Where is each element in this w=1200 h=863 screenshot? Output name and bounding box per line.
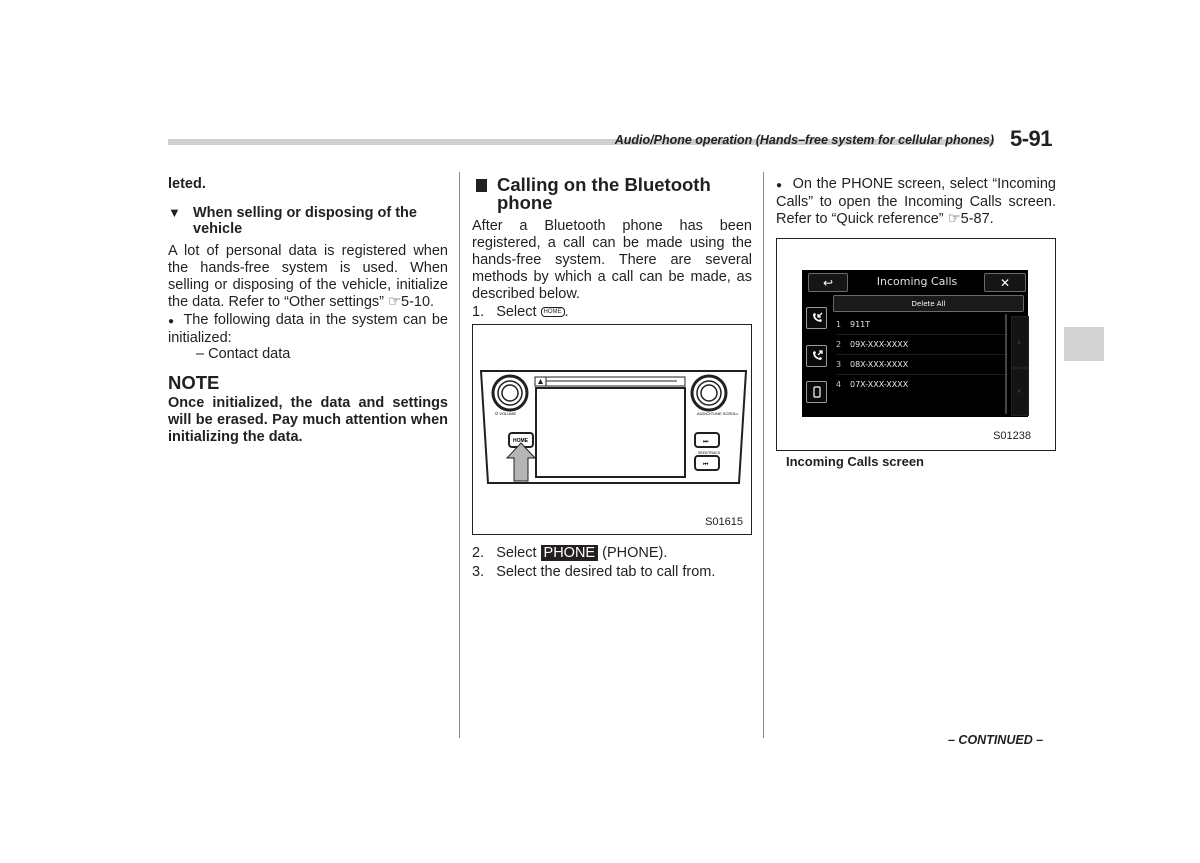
step-1: 1. Select HOME.: [472, 304, 569, 320]
step-text: Select: [496, 545, 537, 561]
head-unit-figure: ⏻ VOLUME AUDIO/TUNE SCROLL HOME SEEK/TRA…: [472, 324, 752, 535]
scroll-up-icon: ▲: [1017, 339, 1021, 345]
step-2: 2. Select PHONE (PHONE).: [472, 545, 752, 562]
step-number: 3.: [472, 564, 485, 580]
close-button[interactable]: ✕: [984, 273, 1026, 292]
scroll-up-button[interactable]: ▲: [1011, 316, 1029, 368]
back-button[interactable]: ↩: [808, 273, 848, 292]
phone-key-icon: PHONE: [540, 545, 599, 561]
display-screen: [535, 387, 686, 478]
entry-index: 3: [836, 359, 842, 369]
next-track-icon: ⏭: [703, 438, 709, 445]
entry-number: 07X-XXX-XXXX: [850, 379, 909, 389]
incoming-call-icon: [812, 312, 822, 322]
sub-item: – Contact data: [196, 346, 291, 362]
entry-number: 08X-XXX-XXXX: [850, 359, 909, 369]
tab-outgoing-calls[interactable]: [806, 345, 827, 367]
home-button-label: HOME: [513, 438, 529, 444]
home-key-icon: HOME: [540, 307, 565, 318]
head-unit-illustration: ⏻ VOLUME AUDIO/TUNE SCROLL HOME SEEK/TRA…: [479, 370, 748, 484]
incoming-calls-screen: ↩ Incoming Calls ✕ Delete All 1 911T 2 0…: [802, 270, 1029, 417]
entry-index: 4: [836, 379, 842, 389]
scrollbar-track[interactable]: [1005, 314, 1007, 414]
audio-tune-label: AUDIO/TUNE SCROLL: [697, 411, 740, 416]
scroll-down-button[interactable]: ▼: [1011, 368, 1029, 416]
section-heading-text: Calling on the Bluetooth phone: [497, 174, 711, 213]
paragraph: A lot of personal data is registered whe…: [168, 243, 448, 310]
entry-number: 09X-XXX-XXXX: [850, 339, 909, 349]
delete-all-label: Delete All: [911, 299, 946, 308]
note-title: NOTE: [168, 372, 220, 393]
step-number: 1.: [472, 304, 485, 320]
step-text: Select: [496, 304, 537, 320]
bullet-text: On the PHONE screen, select “Incoming Ca…: [776, 176, 1056, 227]
subheading-text: When selling or disposing of the vehicle: [193, 205, 417, 237]
paragraph: After a Bluetooth phone has been registe…: [472, 218, 752, 302]
prev-track-icon: ⏮: [703, 461, 709, 468]
call-list-item[interactable]: 2 09X-XXX-XXXX: [836, 334, 1008, 355]
phone-device-icon: [812, 386, 821, 398]
continued-label: – CONTINUED –: [948, 733, 1044, 747]
volume-knob: [491, 374, 529, 412]
triangle-marker-icon: ▼: [168, 205, 181, 220]
continuation-text: leted.: [168, 176, 206, 192]
step-text: Select the desired tab to call from.: [496, 564, 716, 580]
step-suffix: (PHONE).: [602, 545, 668, 561]
audio-tune-knob: [690, 374, 728, 412]
bullet-dot-icon: ●: [776, 180, 783, 191]
outgoing-call-icon: [812, 350, 823, 360]
section-heading: Calling on the Bluetooth phone: [474, 174, 754, 213]
tab-incoming-calls[interactable]: [806, 307, 827, 329]
figure-code: S01615: [705, 516, 743, 528]
call-list-item[interactable]: 4 07X-XXX-XXXX: [836, 374, 1008, 394]
chapter-thumb-tab: [1064, 327, 1104, 361]
bullet-dot-icon: ●: [168, 316, 176, 327]
step-3: 3. Select the desired tab to call from.: [472, 564, 752, 581]
call-list-item[interactable]: 1 911T: [836, 314, 1008, 335]
figure-caption: Incoming Calls screen: [786, 454, 924, 469]
column-divider: [459, 172, 460, 738]
section-title: Audio/Phone operation (Hands–free system…: [614, 133, 994, 147]
bullet-item: ● The following data in the system can be…: [168, 312, 448, 347]
screen-title: Incoming Calls: [876, 275, 958, 288]
square-marker-icon: [476, 179, 487, 192]
volume-label: ⏻ VOLUME: [495, 411, 516, 416]
scroll-down-icon: ▼: [1017, 389, 1021, 395]
call-list-item[interactable]: 3 08X-XXX-XXXX: [836, 354, 1008, 375]
bullet-item: ● On the PHONE screen, select “Incoming C…: [776, 176, 1056, 228]
step-number: 2.: [472, 545, 485, 561]
tab-phonebook[interactable]: [806, 381, 827, 403]
page-number: 5-91: [1010, 126, 1053, 151]
figure-code: S01238: [993, 430, 1031, 442]
bullet-text: The following data in the system can be …: [168, 312, 448, 346]
delete-all-button[interactable]: Delete All: [833, 295, 1024, 312]
note-text: Once initialized, the data and settings …: [168, 395, 448, 445]
close-icon: ✕: [999, 275, 1011, 290]
entry-index: 2: [836, 339, 842, 349]
subheading: ▼ When selling or disposing of the vehic…: [168, 205, 448, 237]
column-divider: [763, 172, 764, 738]
entry-number: 911T: [850, 319, 871, 329]
back-icon: ↩: [822, 275, 834, 290]
seek-track-label: SEEK/TRACK: [698, 451, 721, 455]
entry-index: 1: [836, 319, 842, 329]
